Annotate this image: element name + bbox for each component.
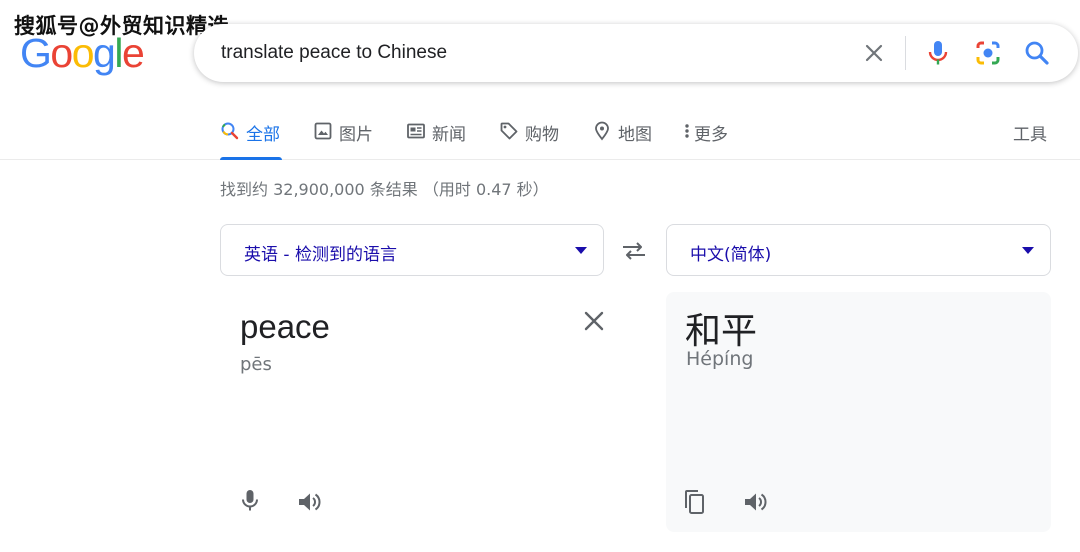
clear-search-icon[interactable] [862, 41, 886, 65]
speaker-icon[interactable] [297, 490, 323, 514]
search-input[interactable]: translate peace to Chinese [221, 42, 447, 64]
search-tabs: 全部 图片 新闻 购物 地图 更多 工具 [0, 110, 1080, 160]
source-language-label: 英语 - 检测到的语言 [244, 245, 397, 265]
tab-news[interactable]: 新闻 [406, 120, 466, 160]
image-icon [314, 122, 332, 140]
tab-images[interactable]: 图片 [313, 120, 373, 160]
tab-more[interactable]: 更多 [683, 120, 728, 160]
google-logo[interactable]: Google [20, 30, 145, 77]
source-text[interactable]: peace [240, 308, 330, 346]
search-box[interactable]: translate peace to Chinese [194, 24, 1078, 82]
target-language-label: 中文(简体) [690, 245, 772, 265]
translation-panel: 和平 Hépíng [666, 292, 1051, 532]
tab-label: 图片 [339, 125, 373, 145]
tab-shopping[interactable]: 购物 [499, 120, 559, 160]
camera-lens-icon[interactable] [972, 38, 1004, 68]
close-icon[interactable] [582, 309, 606, 333]
logo-letter: l [114, 30, 123, 76]
target-language-select[interactable]: 中文(简体) [666, 224, 1051, 276]
tools-button[interactable]: 工具 [1013, 120, 1047, 145]
source-language-select[interactable]: 英语 - 检测到的语言 [220, 224, 604, 276]
logo-letter: G [20, 30, 52, 76]
more-vert-icon [685, 124, 689, 138]
chevron-down-icon [575, 247, 587, 254]
map-pin-icon [595, 121, 609, 141]
speaker-icon[interactable] [743, 490, 769, 514]
search-icon [221, 122, 239, 140]
swap-languages-icon[interactable] [620, 239, 648, 263]
source-pronunciation: pēs [240, 354, 272, 375]
chevron-down-icon [1022, 247, 1034, 254]
tab-label: 地图 [618, 125, 652, 145]
searchbox-divider [905, 36, 906, 70]
logo-letter: o [50, 30, 73, 76]
tab-label: 更多 [694, 125, 728, 145]
logo-letter: e [121, 30, 145, 76]
tab-label: 全部 [246, 125, 280, 145]
tab-maps[interactable]: 地图 [592, 120, 652, 160]
tab-label: 购物 [525, 125, 559, 145]
logo-letter: o [71, 30, 95, 76]
microphone-icon[interactable] [238, 488, 262, 512]
tab-all[interactable]: 全部 [220, 120, 282, 160]
logo-letter: g [93, 30, 116, 76]
search-icon[interactable] [1022, 38, 1052, 68]
copy-icon[interactable] [682, 489, 706, 515]
translated-text: 和平 [685, 311, 758, 352]
translated-pronunciation: Hépíng [686, 348, 754, 370]
voice-search-icon[interactable] [923, 38, 953, 68]
tag-icon [500, 122, 518, 140]
tab-label: 新闻 [432, 125, 466, 145]
source-text-panel[interactable]: peace pēs [220, 292, 630, 532]
news-icon [407, 123, 425, 139]
result-stats: 找到约 32,900,000 条结果 （用时 0.47 秒） [220, 180, 549, 199]
